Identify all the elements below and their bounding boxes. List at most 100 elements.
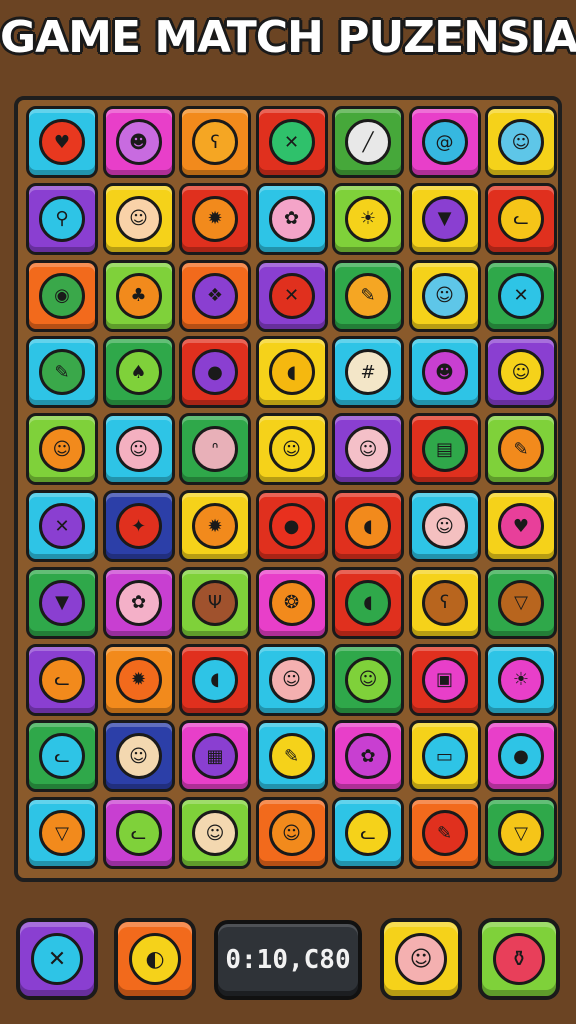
tile-r4-c1[interactable]: ✎ bbox=[26, 336, 98, 409]
tile-r8-c3[interactable]: ◖ bbox=[179, 643, 251, 716]
tile-r2-c7[interactable]: ᓚ bbox=[485, 182, 557, 255]
tile-r5-c3[interactable]: ᐢ bbox=[179, 413, 251, 486]
tile-r1-c5[interactable]: ╱ bbox=[332, 106, 404, 178]
tile-r10-c5[interactable]: ᓚ bbox=[332, 797, 404, 870]
boy-face-icon: ☺ bbox=[268, 426, 315, 473]
tile-r3-c6[interactable]: ☺ bbox=[408, 259, 481, 332]
tile-r1-c7[interactable]: ☺ bbox=[485, 106, 557, 178]
tile-r10-c1[interactable]: ▽ bbox=[26, 797, 98, 870]
sun-face-icon: ☀ bbox=[345, 195, 391, 242]
tile-r1-c2[interactable]: ☻ bbox=[102, 106, 175, 178]
ruler-icon: ╱ bbox=[345, 119, 391, 165]
tile-r2-c1[interactable]: ⚲ bbox=[26, 182, 98, 255]
tile-r5-c6[interactable]: ▤ bbox=[408, 413, 481, 486]
tile-r5-c5[interactable]: ☺ bbox=[332, 413, 404, 486]
tile-r10-c4[interactable]: ☺ bbox=[255, 797, 328, 870]
tile-r9-c7[interactable]: ● bbox=[485, 720, 557, 793]
tile-r8-c1[interactable]: ᓚ bbox=[26, 643, 98, 716]
crossed-pencils-powerup-button[interactable]: ✕ bbox=[16, 918, 98, 1000]
tile-r3-c5[interactable]: ✎ bbox=[332, 259, 404, 332]
heart-icon: ♥ bbox=[498, 503, 544, 549]
monster-face-icon: ☻ bbox=[421, 349, 468, 396]
egg-bubble-powerup-button[interactable]: ◐ bbox=[114, 918, 196, 1000]
tile-r3-c2[interactable]: ♣ bbox=[102, 259, 175, 332]
tile-r5-c7[interactable]: ✎ bbox=[485, 413, 557, 486]
tile-r3-c7[interactable]: ✕ bbox=[485, 259, 557, 332]
tile-r7-c2[interactable]: ✿ bbox=[102, 566, 175, 639]
tile-r6-c5[interactable]: ◖ bbox=[332, 490, 404, 562]
cat-face-icon: ᓚ bbox=[39, 656, 85, 703]
tile-r5-c2[interactable]: ☺ bbox=[102, 413, 175, 486]
tile-r8-c5[interactable]: ☺ bbox=[332, 643, 404, 716]
tile-r6-c4[interactable]: ● bbox=[255, 490, 328, 562]
tile-r7-c1[interactable]: ▼ bbox=[26, 566, 98, 639]
potion-jar-powerup-button[interactable]: ⚱ bbox=[478, 918, 560, 1000]
tile-r8-c4[interactable]: ☺ bbox=[255, 643, 328, 716]
tile-r10-c2[interactable]: ᓚ bbox=[102, 797, 175, 870]
tile-r7-c5[interactable]: ◖ bbox=[332, 566, 404, 639]
tile-r1-c4[interactable]: ✕ bbox=[255, 106, 328, 178]
tile-r2-c6[interactable]: ▼ bbox=[408, 182, 481, 255]
cat-face-icon: ᓚ bbox=[39, 733, 85, 780]
tile-r6-c7[interactable]: ♥ bbox=[485, 490, 557, 562]
girl-face-icon: ☺ bbox=[345, 426, 391, 473]
tile-r1-c3[interactable]: ʕ bbox=[179, 106, 251, 178]
tile-r2-c3[interactable]: ✹ bbox=[179, 182, 251, 255]
pencil-icon: ✎ bbox=[498, 426, 544, 473]
tile-r6-c6[interactable]: ☺ bbox=[408, 490, 481, 562]
baby-face-icon: ☺ bbox=[268, 656, 315, 703]
tile-r8-c6[interactable]: ▣ bbox=[408, 643, 481, 716]
tile-r3-c4[interactable]: ✕ bbox=[255, 259, 328, 332]
tile-r1-c1[interactable]: ♥ bbox=[26, 106, 98, 178]
bear-face-icon: ʕ bbox=[192, 119, 238, 165]
timer-display: 0:10,C80 bbox=[214, 920, 362, 1000]
tile-r9-c3[interactable]: ▦ bbox=[179, 720, 251, 793]
tile-r1-c6[interactable]: @ bbox=[408, 106, 481, 178]
alien-face-icon: ☺ bbox=[345, 656, 391, 703]
tile-r8-c2[interactable]: ✹ bbox=[102, 643, 175, 716]
tile-r4-c7[interactable]: ☺ bbox=[485, 336, 557, 409]
tile-r7-c4[interactable]: ❂ bbox=[255, 566, 328, 639]
tile-r4-c3[interactable]: ● bbox=[179, 336, 251, 409]
tile-r4-c4[interactable]: ◖ bbox=[255, 336, 328, 409]
tile-r9-c4[interactable]: ✎ bbox=[255, 720, 328, 793]
tile-r2-c4[interactable]: ✿ bbox=[255, 182, 328, 255]
tile-r4-c6[interactable]: ☻ bbox=[408, 336, 481, 409]
tile-r4-c5[interactable]: # bbox=[332, 336, 404, 409]
tile-r9-c5[interactable]: ✿ bbox=[332, 720, 404, 793]
tile-r9-c1[interactable]: ᓚ bbox=[26, 720, 98, 793]
monkey-face-icon: ☺ bbox=[39, 426, 85, 473]
speech-bubble-icon: ◖ bbox=[345, 579, 391, 626]
tile-r5-c4[interactable]: ☺ bbox=[255, 413, 328, 486]
egg-bubble-icon: ◐ bbox=[129, 933, 181, 985]
flower-face-icon: ✿ bbox=[345, 733, 391, 780]
tile-r8-c7[interactable]: ☀ bbox=[485, 643, 557, 716]
magnifier-icon: ⚲ bbox=[39, 195, 85, 242]
tile-r4-c2[interactable]: ♠ bbox=[102, 336, 175, 409]
tile-r6-c2[interactable]: ✦ bbox=[102, 490, 175, 562]
tile-r7-c6[interactable]: ʕ bbox=[408, 566, 481, 639]
game-board-icon: ▦ bbox=[192, 733, 238, 780]
tile-r3-c3[interactable]: ❖ bbox=[179, 259, 251, 332]
palm-tree-icon: ♣ bbox=[115, 272, 162, 319]
tile-r7-c3[interactable]: Ψ bbox=[179, 566, 251, 639]
girl-face-icon: ☺ bbox=[421, 272, 468, 319]
baby-face-powerup-button[interactable]: ☺ bbox=[380, 918, 462, 1000]
tile-r9-c6[interactable]: ▭ bbox=[408, 720, 481, 793]
tomato-icon: ● bbox=[268, 503, 315, 549]
crossed-pencils-icon: ✕ bbox=[268, 119, 315, 165]
tile-r3-c1[interactable]: ◉ bbox=[26, 259, 98, 332]
tile-r10-c6[interactable]: ✎ bbox=[408, 797, 481, 870]
tile-r9-c2[interactable]: ☺ bbox=[102, 720, 175, 793]
tile-r10-c7[interactable]: ▽ bbox=[485, 797, 557, 870]
smile-face-icon: ☺ bbox=[115, 195, 162, 242]
tile-r10-c3[interactable]: ☺ bbox=[179, 797, 251, 870]
tile-r2-c2[interactable]: ☺ bbox=[102, 182, 175, 255]
tile-r6-c3[interactable]: ✹ bbox=[179, 490, 251, 562]
shield-icon: ▼ bbox=[39, 579, 85, 626]
tile-r2-c5[interactable]: ☀ bbox=[332, 182, 404, 255]
tile-r6-c1[interactable]: ✕ bbox=[26, 490, 98, 562]
balloon-icon: ● bbox=[192, 349, 238, 396]
tile-r5-c1[interactable]: ☺ bbox=[26, 413, 98, 486]
tile-r7-c7[interactable]: ▽ bbox=[485, 566, 557, 639]
